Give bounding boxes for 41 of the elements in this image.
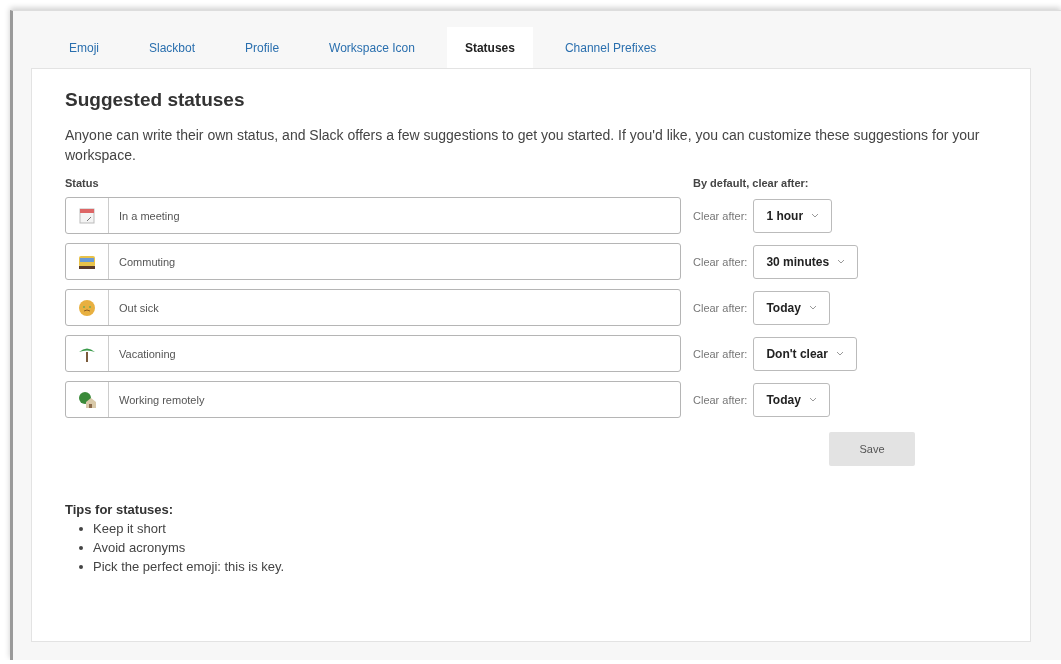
clear-after-label: Clear after: — [693, 255, 748, 268]
section-heading: Suggested statuses — [65, 89, 246, 111]
bullet-icon — [79, 526, 83, 531]
tab[interactable]: Emoji — [51, 27, 117, 68]
clear-after-dropdown[interactable]: Today — [753, 290, 830, 325]
caret-icon — [808, 305, 817, 310]
caret-icon — [808, 397, 817, 402]
tab[interactable]: Statuses — [446, 27, 533, 68]
save-button[interactable]: Save — [829, 432, 915, 466]
tip-text: Keep it short — [93, 521, 166, 536]
house-with-tree-icon — [78, 390, 96, 409]
tab[interactable]: Channel Prefixes — [546, 27, 675, 68]
clear-after-dropdown[interactable]: 1 hour — [753, 198, 833, 233]
calendar-icon — [78, 206, 96, 225]
caret-icon — [837, 259, 846, 264]
status-field[interactable]: Vacationing — [65, 335, 681, 372]
clear-after-label: Clear after: — [693, 209, 748, 222]
status-field[interactable]: Working remotely — [65, 381, 681, 418]
tab[interactable]: Slackbot — [131, 27, 214, 68]
clear-after-dropdown[interactable]: Don't clear — [753, 336, 857, 371]
tip-text: Pick the perfect emoji: this is key. — [93, 559, 285, 574]
tips-title: Tips for statuses: — [65, 502, 175, 517]
sick-face-icon — [78, 298, 96, 317]
tip-text: Avoid acronyms — [93, 540, 186, 555]
clear-after-label: Clear after: — [693, 393, 748, 406]
tab[interactable]: Profile — [227, 27, 298, 68]
column-header: Status — [65, 177, 100, 189]
bullet-icon — [79, 545, 83, 550]
clear-after-dropdown[interactable]: 30 minutes — [753, 244, 859, 279]
clear-after-dropdown[interactable]: Today — [753, 382, 830, 417]
tab[interactable]: Workspace Icon — [311, 27, 433, 68]
caret-icon — [835, 351, 844, 356]
bullet-icon — [79, 564, 83, 569]
caret-icon — [811, 213, 820, 218]
clear-after-label: Clear after: — [693, 301, 748, 314]
status-field[interactable]: Commuting — [65, 243, 681, 280]
status-field[interactable]: In a meeting — [65, 197, 681, 234]
status-field[interactable]: Out sick — [65, 289, 681, 326]
description-text: Anyone can write their own status, and Slack offers a few suggestions to get you started. If you'd like, you can customize these suggestions for your workspace. — [65, 126, 981, 165]
clear-after-label: Clear after: — [693, 347, 748, 360]
column-header: By default, clear after: — [693, 177, 809, 189]
